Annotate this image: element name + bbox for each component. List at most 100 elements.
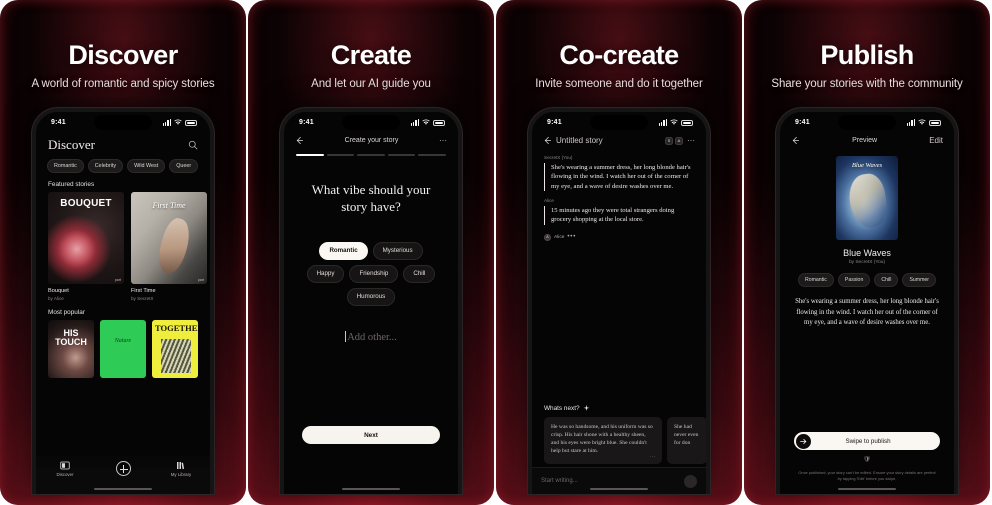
- vibe-option-romantic[interactable]: Romantic: [319, 241, 368, 260]
- status-icons: [658, 118, 693, 126]
- page-title: Co-create: [559, 40, 679, 70]
- cellular-signal-icon: [658, 118, 667, 126]
- publish-disclaimer: Once published, your story can't be edit…: [798, 470, 936, 482]
- story-card-bouquet[interactable]: BOUQUET part Bouquet by Alice: [48, 192, 124, 301]
- page-subtitle: Invite someone and do it together: [535, 78, 703, 90]
- tag-chill[interactable]: Chill: [874, 273, 899, 288]
- story-name: Bouquet: [48, 288, 69, 295]
- status-time: 9:41: [51, 118, 66, 126]
- suggestion-carousel: He was so handsome, and his uniform was …: [544, 416, 706, 464]
- phone-mockup: 9:41 Preview Edit Blue Waves Blue Waves …: [776, 108, 958, 494]
- composer-placeholder: Start writing...: [541, 478, 578, 484]
- story-cover: First Time part: [131, 192, 207, 285]
- edit-button[interactable]: Edit: [929, 136, 943, 145]
- story-title: Blue Waves: [843, 248, 891, 258]
- dynamic-island: [342, 115, 400, 130]
- phone-screen: 9:41 Discover Romantic Celebrity Wild We…: [36, 112, 210, 494]
- create-nav-bar: Create your story ···: [284, 132, 458, 148]
- progress-segment: [357, 154, 385, 156]
- vibe-option-friendship[interactable]: Friendship: [349, 264, 399, 283]
- popular-card-together[interactable]: TOGETHER: [152, 319, 198, 378]
- message-text: 15 minutes ago they were total strangers…: [544, 206, 694, 225]
- vibe-option-mysterious[interactable]: Mysterious: [372, 241, 423, 260]
- shield-icon: 🛡: [863, 457, 871, 463]
- status-bar: 9:41: [284, 112, 458, 132]
- more-options-icon[interactable]: ···: [687, 136, 695, 145]
- whats-next-label-row: Whats next?: [544, 405, 590, 412]
- dynamic-island: [94, 115, 152, 130]
- story-cover-art: Blue Waves: [836, 156, 898, 240]
- search-icon[interactable]: [188, 140, 198, 150]
- cover-title: BOUQUET: [60, 198, 112, 210]
- more-options-icon[interactable]: ···: [439, 136, 447, 145]
- phone-mockup: 9:41 Create your story ··· What vibe sho…: [280, 108, 462, 494]
- send-icon[interactable]: [684, 474, 697, 488]
- panel-headline-block: Co-create Invite someone and do it toget…: [496, 40, 742, 90]
- status-bar: 9:41: [532, 112, 706, 132]
- status-icons: [162, 118, 197, 126]
- tab-create[interactable]: [97, 461, 149, 478]
- preview-nav-bar: Preview Edit: [780, 132, 954, 148]
- tag-romantic[interactable]: Romantic: [797, 273, 834, 288]
- vibe-option-chill[interactable]: Chill: [403, 264, 436, 283]
- vibe-option-happy[interactable]: Happy: [306, 264, 345, 283]
- typing-ellipsis: •••: [567, 234, 577, 241]
- suggestion-card[interactable]: She had never even for don: [667, 416, 706, 464]
- screen-title: Discover: [48, 137, 95, 152]
- status-icons: [906, 118, 941, 126]
- status-icons: [410, 118, 445, 126]
- phone-mockup: 9:41 Discover Romantic Celebrity Wild We…: [32, 108, 214, 494]
- story-nav-bar: Untitled story S A ···: [532, 132, 706, 148]
- suggestion-card[interactable]: He was so handsome, and his uniform was …: [544, 416, 662, 464]
- back-arrow-icon[interactable]: [791, 136, 800, 145]
- featured-stories-list: BOUQUET part Bouquet by Alice First Time…: [36, 192, 210, 301]
- status-time: 9:41: [795, 118, 810, 126]
- library-icon: [177, 462, 185, 470]
- popular-card-his-touch[interactable]: HIS TOUCH: [48, 319, 94, 378]
- status-bar: 9:41: [36, 112, 210, 132]
- vibe-option-humorous[interactable]: Humorous: [346, 287, 396, 306]
- battery-icon: [185, 119, 197, 126]
- battery-icon: [681, 119, 693, 126]
- progress-bar: [284, 148, 458, 156]
- suggestion-more-icon[interactable]: ···: [649, 454, 656, 461]
- cellular-signal-icon: [906, 118, 915, 126]
- tag-summer[interactable]: Summer: [902, 273, 937, 288]
- home-indicator: [342, 487, 400, 490]
- chip-queer[interactable]: Queer: [169, 159, 199, 174]
- swipe-to-publish-slider[interactable]: Swipe to publish: [794, 432, 940, 450]
- nav-title: Untitled story: [556, 136, 603, 145]
- battery-icon: [433, 119, 445, 126]
- back-arrow-icon[interactable]: [295, 136, 304, 145]
- story-excerpt: She's wearing a summer dress, her long b…: [795, 298, 939, 326]
- page-subtitle: Share your stories with the community: [771, 78, 963, 90]
- suggestion-text: He was so handsome, and his uniform was …: [551, 423, 653, 454]
- add-other-input[interactable]: Add other...: [284, 331, 458, 343]
- tab-discover[interactable]: Discover: [39, 461, 91, 477]
- message-author: Alice: [544, 198, 554, 204]
- cellular-signal-icon: [410, 118, 419, 126]
- nav-title: Preview: [852, 137, 878, 144]
- chip-celebrity[interactable]: Celebrity: [87, 159, 124, 174]
- tab-my-library[interactable]: My Library: [155, 461, 207, 477]
- panel-headline-block: Create And let our AI guide you: [248, 40, 494, 90]
- chip-romantic[interactable]: Romantic: [47, 159, 84, 174]
- collaborator-avatars[interactable]: S A: [665, 136, 683, 145]
- tag-passion[interactable]: Passion: [837, 273, 871, 288]
- discover-icon: [60, 461, 70, 470]
- avatar: S: [665, 136, 673, 145]
- cover-title: First Time: [152, 201, 186, 211]
- panel-create: Create And let our AI guide you 9:41 Cre…: [248, 0, 494, 505]
- category-chip-row: Romantic Celebrity Wild West Queer: [36, 157, 210, 174]
- story-card-first-time[interactable]: First Time part First Time by SecretX: [131, 192, 207, 301]
- sparkles-icon: [583, 405, 589, 411]
- cover-badge: part: [197, 278, 204, 283]
- plus-icon[interactable]: [115, 461, 131, 476]
- next-button[interactable]: Next: [302, 426, 440, 444]
- chip-wild-west[interactable]: Wild West: [127, 159, 166, 174]
- back-arrow-icon[interactable]: [543, 136, 552, 145]
- popular-card-nature[interactable]: Nature: [100, 319, 146, 378]
- wifi-icon: [670, 118, 678, 125]
- avatar: A: [675, 136, 683, 145]
- phone-screen: 9:41 Untitled story S A ··· SecretX (You…: [532, 112, 706, 494]
